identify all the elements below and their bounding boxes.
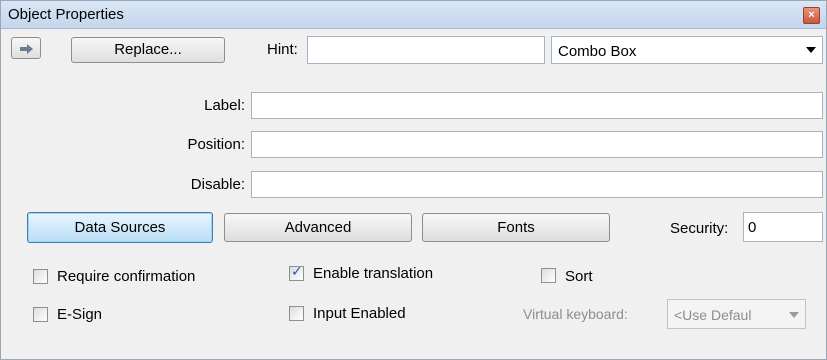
label-field[interactable] [251, 92, 823, 119]
fonts-button[interactable]: Fonts [422, 213, 610, 242]
enable-translation-label: Enable translation [313, 265, 434, 282]
chevron-down-icon [806, 47, 816, 53]
virtual-keyboard-select[interactable]: <Use Defaul [667, 299, 806, 329]
title-bar: Object Properties × [1, 1, 826, 29]
input-enabled-checkbox[interactable] [289, 306, 304, 321]
security-label: Security: [670, 220, 729, 237]
chevron-down-icon [789, 312, 799, 318]
virtual-keyboard-value: <Use Defaul [674, 307, 752, 323]
disable-field[interactable] [251, 171, 823, 198]
input-enabled-label: Input Enabled [313, 305, 406, 322]
window-title: Object Properties [8, 6, 124, 23]
hint-label: Hint: [267, 41, 298, 58]
security-input[interactable] [743, 212, 823, 242]
sort-label: Sort [565, 268, 593, 285]
label-field-label: Label: [204, 97, 245, 114]
data-sources-button[interactable]: Data Sources [27, 212, 213, 243]
virtual-keyboard-label: Virtual keyboard: [523, 306, 628, 322]
position-field-label: Position: [187, 136, 245, 153]
enable-translation-checkbox[interactable] [289, 264, 304, 281]
hint-input[interactable] [307, 36, 545, 64]
position-field[interactable] [251, 131, 823, 158]
advanced-button[interactable]: Advanced [224, 213, 412, 242]
object-properties-panel: Object Properties × Replace... Hint: Com… [0, 0, 827, 360]
sort-checkbox[interactable] [541, 268, 556, 283]
replace-button[interactable]: Replace... [71, 37, 225, 63]
pin-arrow-icon [20, 44, 33, 54]
pin-button[interactable] [11, 37, 41, 59]
object-type-select[interactable]: Combo Box [551, 36, 823, 64]
e-sign-checkbox[interactable] [33, 307, 48, 322]
require-confirmation-label: Require confirmation [57, 268, 196, 285]
e-sign-label: E-Sign [57, 306, 103, 323]
disable-field-label: Disable: [190, 176, 245, 193]
object-type-value: Combo Box [558, 43, 637, 60]
close-button[interactable]: × [803, 7, 820, 24]
require-confirmation-checkbox[interactable] [33, 269, 48, 284]
close-icon: × [808, 9, 815, 21]
